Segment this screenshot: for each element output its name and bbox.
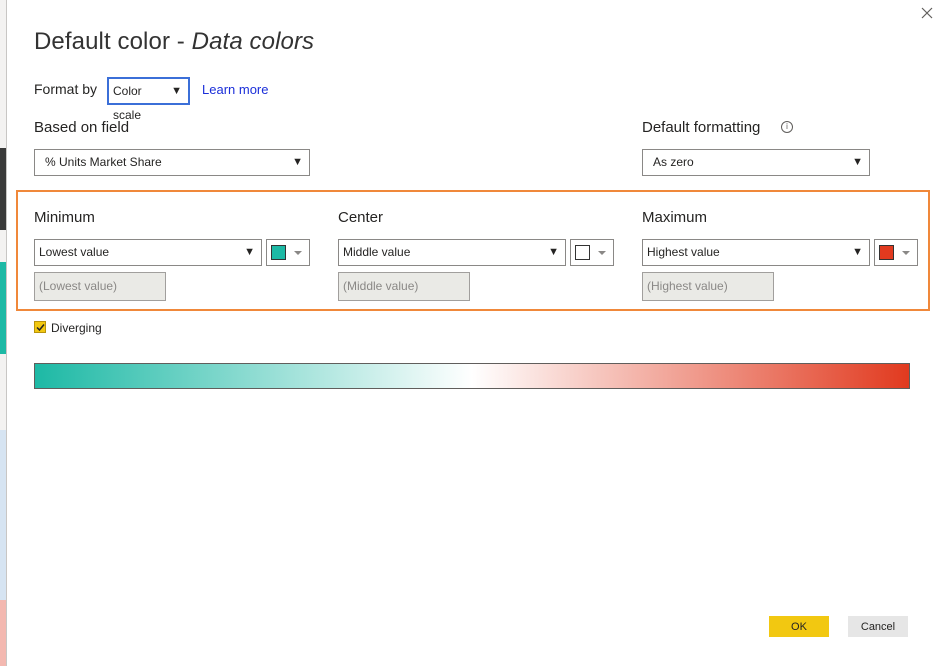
maximum-color-swatch [879, 245, 894, 260]
minimum-color-picker[interactable] [266, 239, 310, 266]
maximum-color-picker[interactable] [874, 239, 918, 266]
diverging-checkbox[interactable] [34, 321, 46, 333]
cancel-button[interactable]: Cancel [848, 616, 908, 637]
dropdown-arrow-icon: ▼ [171, 85, 182, 97]
chevron-down-icon [598, 251, 606, 255]
minimum-value: Lowest value [39, 245, 110, 259]
maximum-value-input[interactable]: (Highest value) [642, 272, 774, 301]
center-color-picker[interactable] [570, 239, 614, 266]
maximum-select[interactable]: Highest value ▼ [642, 239, 870, 266]
default-formatting-label: Default formatting [642, 119, 761, 136]
dropdown-arrow-icon: ▼ [852, 156, 863, 168]
center-color-swatch [575, 245, 590, 260]
minimum-value-input[interactable]: (Lowest value) [34, 272, 166, 301]
ok-button[interactable]: OK [769, 616, 829, 637]
learn-more-link[interactable]: Learn more [202, 82, 268, 97]
title-italic: Data colors [191, 28, 315, 55]
format-by-value: Color scale [113, 84, 142, 122]
diverging-label: Diverging [51, 321, 102, 335]
center-value: Middle value [343, 245, 411, 259]
based-on-field-select[interactable]: % Units Market Share ▼ [34, 149, 310, 176]
maximum-value: Highest value [647, 245, 720, 259]
dropdown-arrow-icon: ▼ [852, 246, 863, 258]
center-label: Center [338, 209, 384, 226]
minimum-color-swatch [271, 245, 286, 260]
close-icon[interactable] [920, 6, 934, 20]
title-main: Default color - [34, 28, 192, 55]
dropdown-arrow-icon: ▼ [244, 246, 255, 258]
center-select[interactable]: Middle value ▼ [338, 239, 566, 266]
minimum-label: Minimum [34, 209, 95, 226]
chevron-down-icon [294, 251, 302, 255]
maximum-label: Maximum [642, 209, 708, 226]
info-icon[interactable]: i [781, 121, 793, 133]
default-formatting-select[interactable]: As zero ▼ [642, 149, 870, 176]
dropdown-arrow-icon: ▼ [548, 246, 559, 258]
format-by-select[interactable]: Color scale ▼ [107, 77, 190, 122]
data-colors-dialog: Default color - Data colors Format by Co… [6, 0, 940, 666]
dropdown-arrow-icon: ▼ [292, 156, 303, 168]
minimum-select[interactable]: Lowest value ▼ [34, 239, 262, 266]
default-formatting-value: As zero [653, 155, 694, 169]
dialog-title: Default color - Data colors [34, 28, 314, 56]
center-value-input[interactable]: (Middle value) [338, 272, 470, 301]
based-on-field-value: % Units Market Share [45, 155, 162, 169]
format-by-label: Format by [34, 81, 98, 97]
color-scale-gradient [34, 363, 910, 389]
based-on-field-label: Based on field [34, 119, 130, 136]
chevron-down-icon [902, 251, 910, 255]
